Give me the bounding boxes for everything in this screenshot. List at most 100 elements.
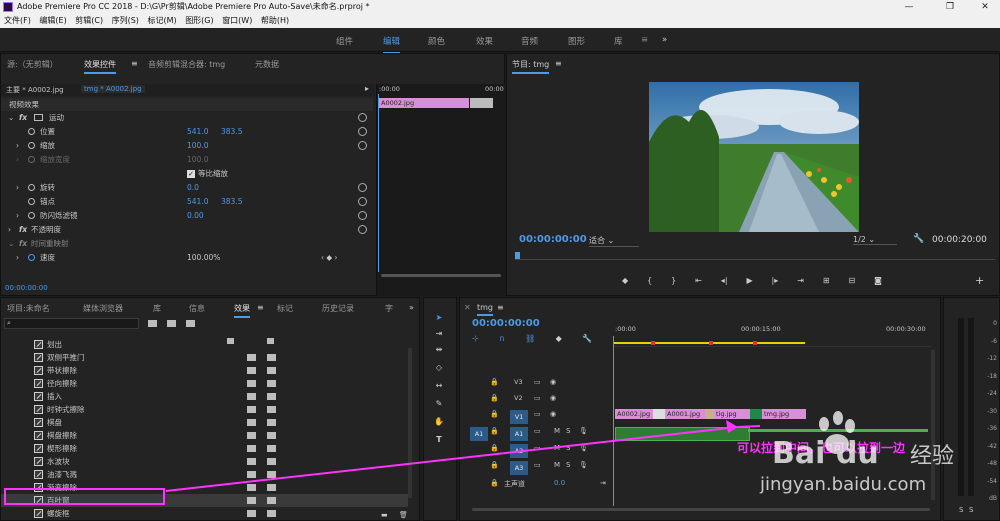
effect-list-item[interactable]: 插入	[1, 390, 408, 403]
anchor-y-value[interactable]: 383.5	[221, 195, 242, 208]
transition-block[interactable]	[705, 409, 714, 419]
menu-window[interactable]: 窗口(W)	[222, 14, 252, 28]
tab-libraries[interactable]: 库	[153, 303, 161, 314]
reset-scale-icon[interactable]	[358, 141, 367, 150]
clip-tig[interactable]: tig.jpg	[714, 409, 750, 419]
solo-button[interactable]: S	[566, 461, 570, 469]
transition-block[interactable]	[750, 409, 762, 419]
timeline-ruler[interactable]: :00:00 00:00:15:00 00:00:30:00	[613, 325, 931, 347]
sync-icon[interactable]: ▭	[534, 394, 541, 402]
tab-effects[interactable]: 效果	[234, 303, 250, 318]
effect-list-item[interactable]: 棋盘	[1, 416, 408, 429]
32bit-effects-icon[interactable]	[167, 320, 176, 327]
lock-icon[interactable]: 🔒	[490, 479, 499, 487]
sync-icon[interactable]: ▭	[534, 410, 541, 418]
mute-button[interactable]: M	[554, 427, 560, 435]
clip-a0001[interactable]: A0001.jpg	[665, 409, 705, 419]
menu-edit[interactable]: 编辑(E)	[39, 14, 66, 28]
opacity-row[interactable]: › fx 不透明度	[1, 223, 373, 236]
pen-tool-icon[interactable]: ✎	[433, 398, 445, 410]
workspace-effects[interactable]: 效果	[476, 35, 493, 47]
timeline-close-icon[interactable]: ✕	[464, 303, 471, 312]
workspace-graphics[interactable]: 图形	[568, 35, 585, 47]
minimize-button[interactable]: —	[896, 0, 922, 14]
program-scrubber[interactable]	[515, 252, 995, 260]
mic-icon[interactable]: 🎙	[579, 461, 588, 469]
sync-icon[interactable]: ▭	[534, 378, 541, 386]
sync-icon[interactable]: ▭	[534, 444, 541, 452]
workspace-more-button[interactable]: »	[662, 35, 667, 45]
sync-icon[interactable]: ▭	[534, 427, 541, 435]
workspace-menu-icon[interactable]: ≡	[641, 35, 648, 45]
tab-effect-controls[interactable]: 效果控件	[84, 59, 116, 74]
lock-icon[interactable]: 🔒	[490, 378, 499, 386]
reset-motion-icon[interactable]	[358, 113, 367, 122]
program-video-frame[interactable]	[649, 82, 859, 232]
stopwatch-icon[interactable]	[28, 128, 35, 135]
keyframe-nav-icon[interactable]: ‹ ◆ ›	[321, 251, 338, 264]
effect-list-item[interactable]: 棋盘擦除	[1, 429, 408, 442]
time-remap-row[interactable]: ⌄ fx 时间重映射	[1, 237, 373, 250]
mini-clip[interactable]: A0002.jpg	[379, 98, 469, 108]
timeline-title[interactable]: tmg	[477, 303, 494, 316]
tab-audio-clip-mixer[interactable]: 音频剪辑混合器: tmg	[148, 59, 225, 70]
play-icon[interactable]: ▶	[746, 276, 752, 288]
menu-file[interactable]: 文件(F)	[4, 14, 31, 28]
position-y-value[interactable]: 383.5	[221, 125, 242, 138]
effect-list-item[interactable]: 油漆飞溅	[1, 468, 408, 481]
panel-menu-icon[interactable]: ≡	[131, 59, 138, 68]
effect-list-item[interactable]: 划出	[1, 338, 408, 351]
workspace-assembly[interactable]: 组件	[336, 35, 353, 47]
solo-button[interactable]: S	[566, 444, 570, 452]
source-patch-a1[interactable]: A1	[470, 427, 488, 441]
quality-dropdown[interactable]: 1/2 ⌄	[853, 235, 897, 245]
workspace-audio[interactable]: 音频	[521, 35, 538, 47]
scale-value[interactable]: 100.0	[187, 139, 208, 152]
panel-more-button[interactable]: »	[409, 303, 414, 312]
effect-list-item[interactable]: 时钟式擦除	[1, 403, 408, 416]
menu-help[interactable]: 帮助(H)	[261, 14, 289, 28]
track-select-tool-icon[interactable]: ⇥	[433, 328, 445, 340]
stopwatch-icon[interactable]	[28, 184, 35, 191]
tab-info[interactable]: 信息	[189, 303, 205, 314]
stopwatch-icon[interactable]	[28, 212, 35, 219]
lift-icon[interactable]: ⊞	[823, 276, 830, 288]
ripple-edit-tool-icon[interactable]: ⇹	[433, 344, 445, 356]
effect-list-item[interactable]: 径向擦除	[1, 377, 408, 390]
effects-scrollbar[interactable]	[408, 348, 412, 498]
uniform-scale-checkbox[interactable]: ✓	[187, 170, 195, 178]
linked-selection-icon[interactable]: ⛓	[525, 334, 535, 344]
mute-button[interactable]: M	[554, 444, 560, 452]
tab-metadata[interactable]: 元数据	[255, 59, 279, 70]
fit-dropdown[interactable]: 适合 ⌄	[589, 235, 639, 247]
reset-opacity-icon[interactable]	[358, 225, 367, 234]
type-tool-icon[interactable]: T	[433, 434, 445, 446]
effect-timecode[interactable]: 00:00:00:00	[5, 284, 48, 292]
program-menu-icon[interactable]: ≡	[555, 59, 562, 68]
sequence-clip-label[interactable]: tmg * A0002.jpg	[81, 85, 145, 93]
selection-tool-icon[interactable]: ➤	[433, 312, 445, 324]
timeline-playhead[interactable]	[613, 336, 614, 506]
effects-search-input[interactable]: ⌕	[4, 318, 139, 329]
master-clip-label[interactable]: 主要 * A0002.jpg	[6, 85, 64, 95]
position-x-value[interactable]: 541.0	[187, 125, 208, 138]
workspace-color[interactable]: 颜色	[428, 35, 445, 47]
master-volume[interactable]: 0.0	[554, 479, 565, 487]
go-to-in-icon[interactable]: ⇤	[695, 276, 702, 288]
anchor-x-value[interactable]: 541.0	[187, 195, 208, 208]
effect-list-item[interactable]: 水波块	[1, 455, 408, 468]
lock-icon[interactable]: 🔒	[490, 394, 499, 402]
track-target-a3[interactable]: A3	[510, 461, 528, 475]
solo-button[interactable]: S	[566, 427, 570, 435]
menu-clip[interactable]: 剪辑(C)	[75, 14, 103, 28]
collapse-arrow-icon[interactable]: ▸	[365, 84, 369, 93]
rotation-value[interactable]: 0.0	[187, 181, 199, 194]
yuv-effects-icon[interactable]	[186, 320, 195, 327]
reset-position-icon[interactable]	[358, 127, 367, 136]
extract-icon[interactable]: ⊟	[848, 276, 855, 288]
track-target-v1[interactable]: V1	[510, 410, 528, 424]
eye-icon[interactable]: ◉	[550, 394, 556, 402]
mark-out-icon[interactable]: }	[671, 276, 676, 288]
tab-text[interactable]: 字	[385, 303, 393, 314]
effect-list-item[interactable]: 螺旋框	[1, 507, 408, 518]
